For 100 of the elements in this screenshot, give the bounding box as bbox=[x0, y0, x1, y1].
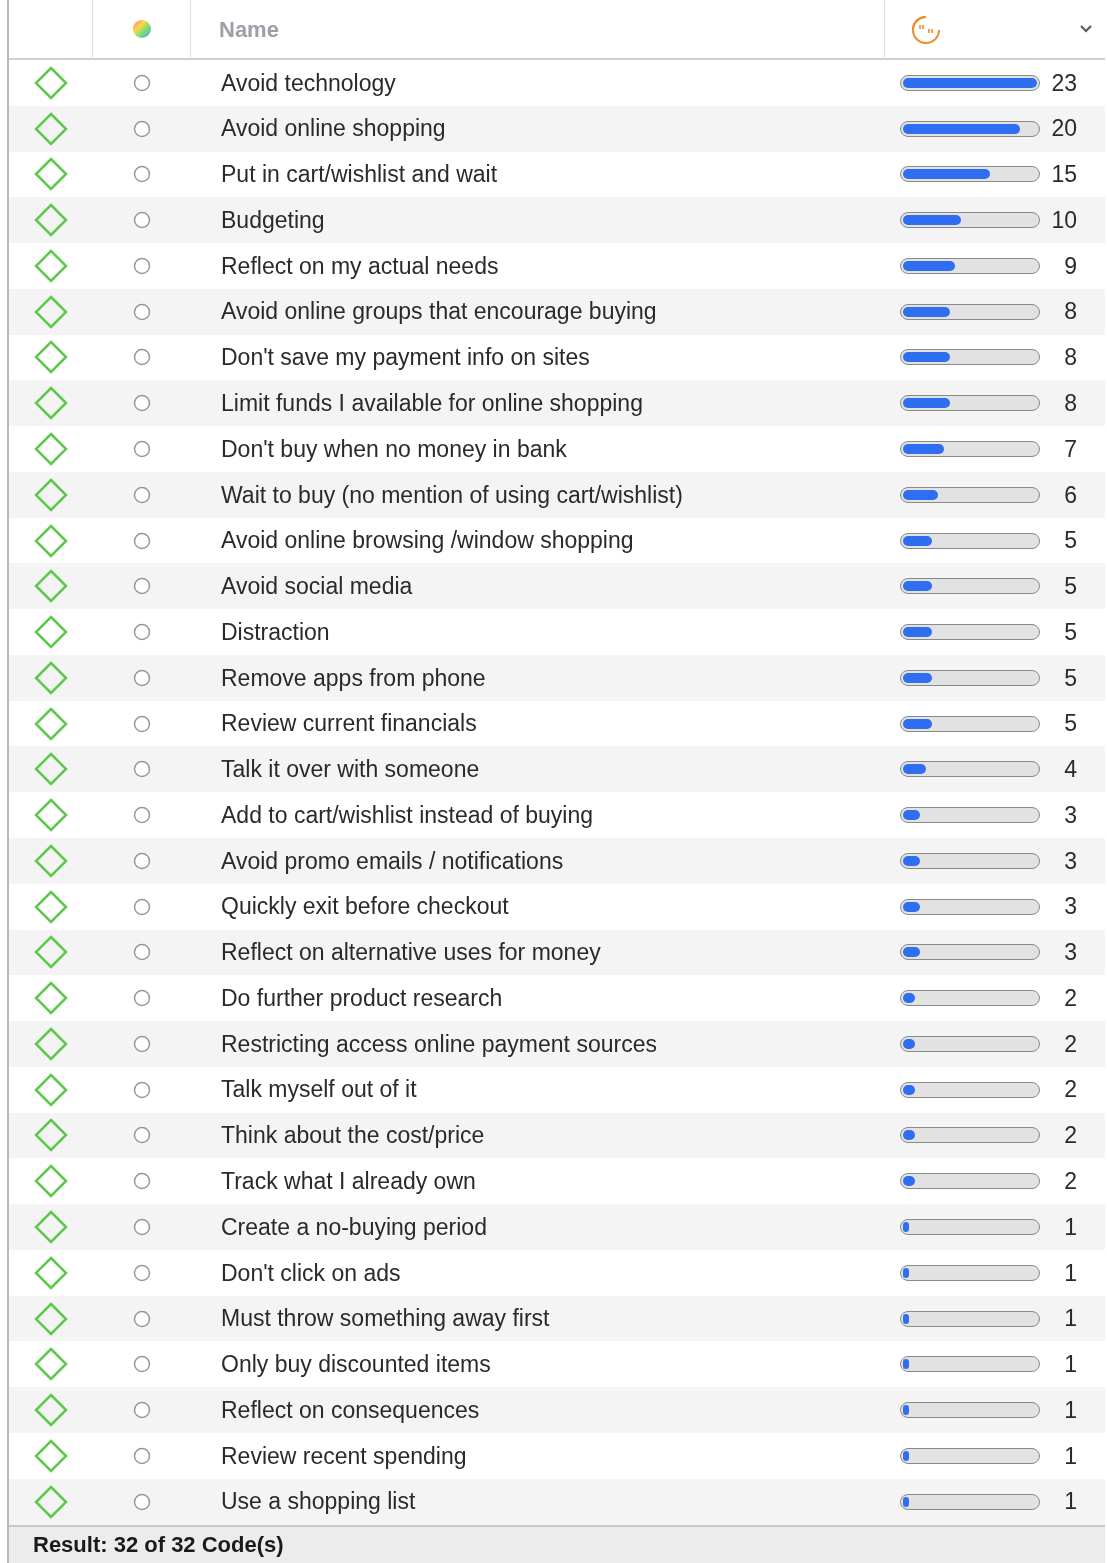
radio-icon[interactable] bbox=[133, 165, 151, 184]
radio-icon[interactable] bbox=[133, 1034, 151, 1053]
radio-icon[interactable] bbox=[133, 623, 151, 642]
radio-icon[interactable] bbox=[133, 897, 151, 916]
face-icon[interactable] bbox=[909, 14, 943, 44]
diamond-icon bbox=[34, 706, 68, 741]
diamond-icon bbox=[34, 752, 68, 787]
table-row[interactable]: Use a shopping list 1 bbox=[9, 1478, 1105, 1525]
frequency-count: 8 bbox=[1063, 389, 1077, 418]
table-row[interactable]: Reflect on alternative uses for money 3 bbox=[9, 929, 1105, 976]
frequency-count: 5 bbox=[1063, 572, 1077, 602]
frequency-count: 3 bbox=[1063, 800, 1077, 830]
code-name: Avoid promo emails / notifications bbox=[220, 846, 565, 876]
diamond-icon bbox=[34, 294, 68, 329]
table-row[interactable]: Budgeting 10 bbox=[9, 197, 1105, 244]
radio-icon[interactable] bbox=[133, 531, 151, 550]
radio-icon[interactable] bbox=[133, 851, 151, 870]
code-name: Create a no-buying period bbox=[220, 1212, 488, 1242]
diamond-icon bbox=[34, 1393, 68, 1428]
result-status: Result: 32 of 32 Code(s) bbox=[33, 1531, 284, 1560]
code-name: Wait to buy (no mention of using cart/wishlist) bbox=[220, 480, 684, 510]
table-row[interactable]: Reflect on consequences 1 bbox=[9, 1387, 1105, 1433]
diamond-icon bbox=[34, 981, 68, 1016]
code-name: Review recent spending bbox=[220, 1441, 468, 1471]
code-name: Avoid technology bbox=[220, 68, 397, 98]
frequency-count: 1 bbox=[1063, 1258, 1077, 1288]
diamond-icon bbox=[34, 660, 68, 695]
frequency-count: 9 bbox=[1063, 251, 1077, 281]
radio-icon[interactable] bbox=[133, 1126, 151, 1145]
frequency-count: 2 bbox=[1063, 1121, 1077, 1151]
frequency-count: 1 bbox=[1063, 1395, 1077, 1425]
radio-icon[interactable] bbox=[133, 119, 151, 138]
code-name: Think about the cost/price bbox=[220, 1121, 486, 1151]
table-row[interactable]: Restricting access online payment sources 2 bbox=[9, 1021, 1105, 1067]
diamond-icon bbox=[34, 157, 68, 192]
radio-icon[interactable] bbox=[133, 1401, 151, 1420]
table-row[interactable]: Avoid online shopping 20 bbox=[9, 105, 1105, 152]
radio-icon[interactable] bbox=[133, 1263, 151, 1282]
diamond-icon bbox=[34, 1072, 68, 1107]
table-row[interactable]: Avoid social media 5 bbox=[9, 563, 1105, 610]
radio-icon[interactable] bbox=[133, 806, 151, 825]
frequency-count: 5 bbox=[1063, 526, 1077, 556]
frequency-count: 2 bbox=[1063, 1075, 1077, 1105]
radio-icon[interactable] bbox=[133, 943, 151, 962]
frequency-count: 5 bbox=[1063, 617, 1077, 647]
radio-icon[interactable] bbox=[133, 394, 151, 413]
color-wheel-icon bbox=[131, 19, 152, 39]
radio-icon[interactable] bbox=[133, 989, 151, 1008]
code-name: Avoid online groups that encourage buying bbox=[220, 297, 658, 327]
diamond-icon bbox=[34, 1118, 68, 1153]
radio-icon[interactable] bbox=[133, 1080, 151, 1099]
radio-icon[interactable] bbox=[133, 348, 151, 367]
table-row[interactable]: Remove apps from phone 5 bbox=[9, 654, 1105, 701]
radio-icon[interactable] bbox=[133, 1492, 151, 1511]
code-name: Restricting access online payment sources bbox=[220, 1029, 658, 1059]
radio-icon[interactable] bbox=[133, 668, 151, 687]
diamond-icon bbox=[34, 843, 68, 878]
radio-icon[interactable] bbox=[133, 211, 151, 230]
code-name: Review current financials bbox=[220, 709, 478, 739]
frequency-count: 2 bbox=[1063, 983, 1077, 1013]
frequency-count: 3 bbox=[1063, 892, 1077, 922]
radio-icon[interactable] bbox=[133, 1218, 151, 1236]
table-row[interactable]: Talk it over with someone 4 bbox=[9, 746, 1105, 793]
table-row[interactable]: Avoid promo emails / notifications 3 bbox=[9, 838, 1105, 884]
table-row[interactable]: Wait to buy (no mention of using cart/wishlist) 6 bbox=[9, 471, 1105, 518]
radio-icon[interactable] bbox=[133, 485, 151, 504]
table-row[interactable]: Must throw something away first 1 bbox=[9, 1295, 1105, 1342]
radio-icon[interactable] bbox=[133, 760, 151, 779]
radio-icon[interactable] bbox=[133, 256, 151, 275]
radio-icon[interactable] bbox=[133, 577, 151, 596]
radio-icon[interactable] bbox=[133, 1446, 151, 1465]
radio-icon[interactable] bbox=[133, 714, 151, 733]
code-name: Track what I already own bbox=[220, 1167, 477, 1196]
code-name: Only buy discounted items bbox=[220, 1350, 492, 1380]
frequency-count: 1 bbox=[1063, 1441, 1077, 1471]
frequency-count: 8 bbox=[1063, 297, 1077, 327]
frequency-count: 7 bbox=[1063, 434, 1077, 464]
radio-icon[interactable] bbox=[133, 73, 151, 92]
radio-icon[interactable] bbox=[133, 1172, 151, 1191]
code-name: Don't save my payment info on sites bbox=[220, 343, 591, 373]
code-name: Remove apps from phone bbox=[220, 663, 487, 693]
radio-icon[interactable] bbox=[133, 302, 151, 321]
table-row[interactable]: Limit funds I available for online shopping 8 bbox=[9, 380, 1105, 427]
frequency-count: 5 bbox=[1063, 663, 1077, 693]
code-name: Put in cart/wishlist and wait bbox=[220, 160, 499, 190]
table-row[interactable]: Think about the cost/price 2 bbox=[9, 1112, 1105, 1159]
diamond-icon bbox=[34, 1255, 68, 1290]
diamond-icon bbox=[34, 1347, 68, 1382]
radio-icon[interactable] bbox=[133, 1355, 151, 1374]
chevron-down-icon[interactable] bbox=[1079, 24, 1093, 34]
table-row[interactable]: Create a no-buying period 1 bbox=[9, 1204, 1105, 1250]
code-name: Do further product research bbox=[220, 983, 504, 1013]
code-name: Avoid social media bbox=[220, 572, 414, 602]
radio-icon[interactable] bbox=[133, 1309, 151, 1328]
frequency-count: 2 bbox=[1063, 1167, 1077, 1196]
diamond-icon bbox=[34, 889, 68, 924]
code-name: Use a shopping list bbox=[220, 1487, 417, 1517]
diamond-icon bbox=[34, 935, 68, 970]
table-row[interactable]: Avoid online groups that encourage buying 8 bbox=[9, 288, 1105, 335]
radio-icon[interactable] bbox=[133, 440, 151, 458]
